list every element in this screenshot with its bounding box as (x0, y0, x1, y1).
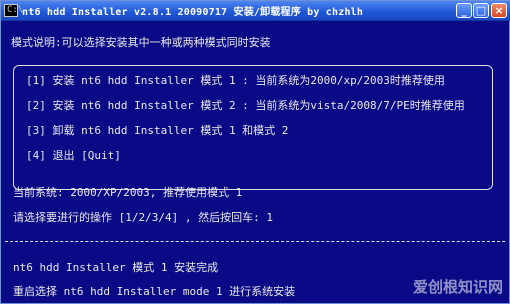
menu-item-4: [4] 退出 [Quit] (26, 149, 121, 162)
current-system-text: 当前系统: 2000/XP/2003, 推荐使用模式 1 (13, 186, 243, 199)
separator-line (5, 241, 505, 242)
title-bar[interactable]: C:\ nt6 hdd Installer v2.8.1 20090717 安装… (1, 1, 510, 21)
console-window: C:\ nt6 hdd Installer v2.8.1 20090717 安装… (0, 0, 510, 304)
watermark-logo: 爱创根知识网 (412, 278, 503, 296)
minimize-button[interactable]: _ (456, 3, 472, 18)
console-app-icon[interactable]: C:\ (4, 4, 23, 17)
restart-hint-text: 重启选择 nt6 hdd Installer mode 1 进行系统安装 (13, 285, 296, 298)
console-output[interactable]: 模式说明:可以选择安装其中一种或两种模式同时安装 [1] 安装 nt6 hdd … (3, 22, 509, 303)
install-complete-text: nt6 hdd Installer 模式 1 安装完成 (13, 261, 219, 274)
selection-prompt: 请选择要进行的操作 [1/2/3/4] , 然后按回车: 1 (13, 211, 273, 224)
close-button[interactable]: × (491, 3, 507, 18)
maximize-button[interactable]: □ (473, 3, 489, 18)
menu-item-3: [3] 卸载 nt6 hdd Installer 模式 1 和模式 2 (26, 124, 289, 137)
menu-item-2: [2] 安装 nt6 hdd Installer 模式 2 : 当前系统为vis… (26, 99, 465, 112)
mode-description: 模式说明:可以选择安装其中一种或两种模式同时安装 (11, 36, 271, 49)
menu-item-1: [1] 安装 nt6 hdd Installer 模式 1 : 当前系统为200… (26, 74, 445, 87)
window-title: nt6 hdd Installer v2.8.1 20090717 安装/卸载程… (22, 7, 364, 18)
